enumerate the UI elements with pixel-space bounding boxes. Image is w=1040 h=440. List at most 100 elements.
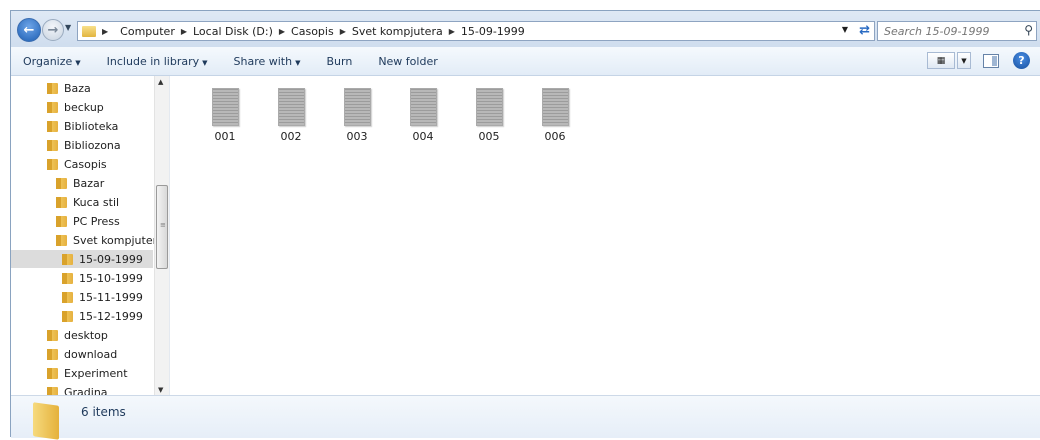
chevron-down-icon: ▼ [202,58,208,67]
search-box[interactable]: ⚲ [877,21,1037,41]
nav-tree-item[interactable]: Kuca stil [11,193,153,211]
image-thumbnail [541,88,569,126]
arrow-left-icon: ← [23,22,35,38]
recent-pages-dropdown[interactable]: ▼ [65,23,71,32]
navigation-scrollbar[interactable]: ▲ ≡ ▼ [154,76,169,396]
share-with-button[interactable]: Share with ▼ [234,55,301,68]
image-thumbnail [277,88,305,126]
breadcrumb-svet-kompjutera[interactable]: Svet kompjutera [352,25,443,38]
breadcrumb-local-disk[interactable]: Local Disk (D:) [193,25,273,38]
search-icon[interactable]: ⚲ [1024,23,1033,37]
address-bar[interactable]: ▶ Computer ▶ Local Disk (D:) ▶ Casopis ▶… [77,21,875,41]
nav-tree-item[interactable]: Baza [11,79,153,97]
include-in-library-label: Include in library [106,54,200,68]
chevron-down-icon: ▼ [295,58,301,67]
nav-tree-item-label: Svet kompjutera [73,233,164,247]
refresh-icon[interactable]: ⇄ [859,23,870,38]
organize-button[interactable]: Organize ▼ [23,55,81,68]
nav-tree-item[interactable]: 15-12-1999 [11,307,153,325]
file-item[interactable]: 002 [267,88,315,143]
nav-tree-item[interactable]: Casopis [11,155,153,173]
details-pane: 6 items [11,395,1040,440]
nav-tree-item-label: desktop [64,328,108,342]
change-view-button[interactable]: ▦ [927,52,955,69]
file-item[interactable]: 003 [333,88,381,143]
nav-tree-item[interactable]: download [11,345,153,363]
command-bar: Organize ▼ Include in library ▼ Share with… [11,47,1040,76]
breadcrumb-current-folder[interactable]: 15-09-1999 [461,25,525,38]
nav-tree-item-label: Bazar [73,176,105,190]
nav-tree-item-label: Experiment [64,366,128,380]
new-folder-button[interactable]: New folder [378,55,437,68]
chevron-down-icon: ▼ [961,56,967,65]
nav-tree-item-label: 15-09-1999 [79,252,143,266]
folder-icon [47,348,58,360]
folder-icon [47,101,58,113]
navigation-pane: Baza beckup Biblioteka Bibliozona Casopis Baz… [11,76,169,396]
image-thumbnail [475,88,503,126]
view-options-dropdown[interactable]: ▼ [957,52,971,69]
folder-icon [56,177,67,189]
nav-tree-item[interactable]: Svet kompjutera [11,231,164,249]
nav-tree-item-label: beckup [64,100,104,114]
folder-icon [33,402,59,440]
nav-tree-item-label: Bibliozona [64,138,121,152]
preview-pane-button[interactable] [983,54,999,68]
share-with-label: Share with [233,54,293,68]
nav-tree-item[interactable]: 15-11-1999 [11,288,153,306]
folder-icon [62,291,73,303]
file-item[interactable]: 006 [531,88,579,143]
pane-divider[interactable] [169,76,170,396]
file-name: 006 [544,130,566,143]
file-name: 003 [346,130,368,143]
scroll-up-icon[interactable]: ▲ [158,78,163,86]
nav-tree-item-label: Kuca stil [73,195,120,209]
image-thumbnail [211,88,239,126]
burn-button[interactable]: Burn [326,55,352,68]
back-button[interactable]: ← [17,18,41,42]
folder-icon [56,196,67,208]
chevron-right-icon[interactable]: ▶ [449,27,455,36]
address-dropdown-icon[interactable]: ▼ [842,25,848,34]
folder-icon [47,158,58,170]
image-thumbnail [343,88,371,126]
nav-tree-item-label: 15-11-1999 [79,290,143,304]
search-input[interactable] [878,23,1024,39]
file-item[interactable]: 001 [201,88,249,143]
nav-tree-item[interactable]: Biblioteka [11,117,153,135]
chevron-right-icon[interactable]: ▶ [340,27,346,36]
scrollbar-thumb[interactable]: ≡ [156,185,168,269]
nav-tree-item[interactable]: 15-09-1999 [11,250,153,268]
image-thumbnail [409,88,437,126]
breadcrumb-casopis[interactable]: Casopis [291,25,334,38]
folder-icon [62,253,73,265]
breadcrumb-computer[interactable]: Computer [120,25,175,38]
nav-tree-item[interactable]: Experiment [11,364,153,382]
item-count: 6 items [81,405,126,419]
nav-tree-item[interactable]: beckup [11,98,153,116]
file-name: 005 [478,130,500,143]
nav-tree-item[interactable]: Bibliozona [11,136,153,154]
file-item[interactable]: 005 [465,88,513,143]
organize-label: Organize [23,54,73,68]
chevron-right-icon[interactable]: ▶ [102,27,108,36]
include-in-library-button[interactable]: Include in library ▼ [107,55,208,68]
chevron-right-icon[interactable]: ▶ [181,27,187,36]
nav-tree-item-label: Biblioteka [64,119,119,133]
forward-button[interactable]: → [42,19,64,41]
help-button[interactable]: ? [1013,52,1030,69]
folder-icon [47,139,58,151]
nav-tree-item[interactable]: PC Press [11,212,153,230]
chevron-right-icon[interactable]: ▶ [279,27,285,36]
nav-tree-item[interactable]: desktop [11,326,153,344]
address-bar-row: ← → ▼ ▶ Computer ▶ Local Disk (D:) ▶ Cas… [11,11,1040,47]
nav-tree-item[interactable]: 15-10-1999 [11,269,153,287]
file-list: 001 002 003 004 005 006 [171,76,1039,396]
file-item[interactable]: 004 [399,88,447,143]
scroll-down-icon[interactable]: ▼ [158,386,163,394]
view-icon: ▦ [936,55,946,66]
nav-tree-item-label: Casopis [64,157,107,171]
nav-tree-item-label: download [64,347,118,361]
grip-icon: ≡ [160,221,166,229]
nav-tree-item[interactable]: Bazar [11,174,153,192]
